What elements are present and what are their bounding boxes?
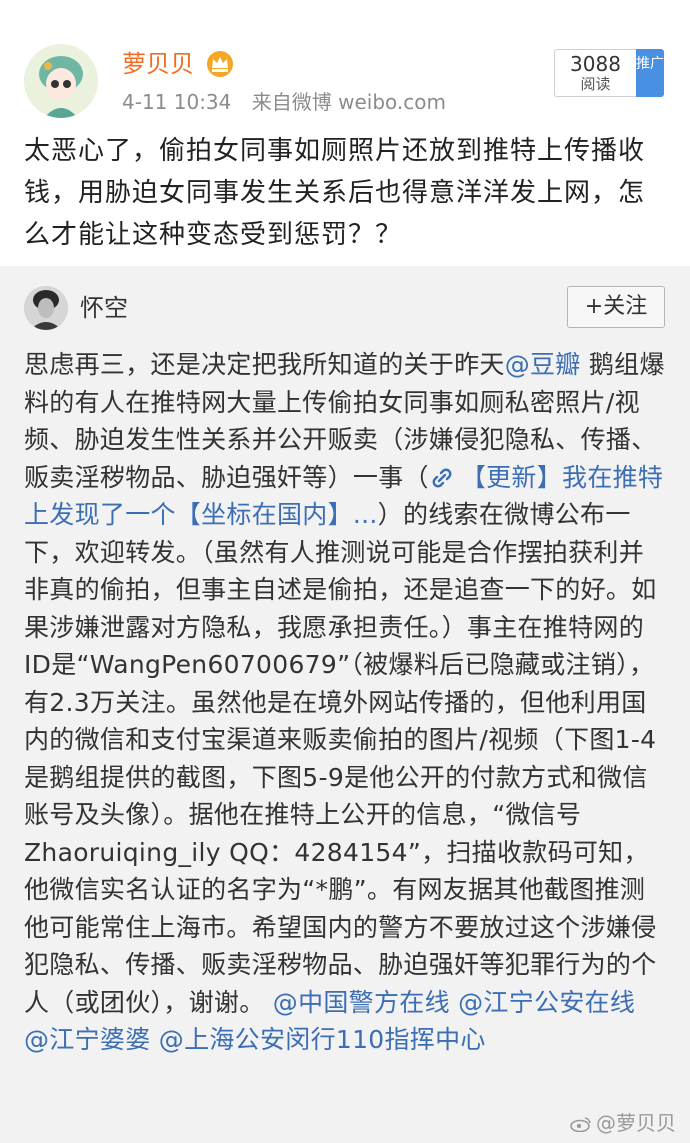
post-username[interactable]: 萝贝贝 bbox=[122, 50, 194, 78]
repost-username[interactable]: 怀空 bbox=[80, 293, 128, 323]
read-label: 阅读 bbox=[580, 75, 611, 93]
mention-police-online[interactable]: @中国警方在线 bbox=[273, 988, 450, 1017]
watermark: @萝贝贝 bbox=[570, 1111, 676, 1135]
read-count-box: 3088 阅读 bbox=[554, 49, 636, 97]
post-time: 4-11 10:34 bbox=[122, 90, 232, 114]
repost-text-part: 思虑再三，还是决定把我所知道的关于昨天 bbox=[24, 350, 505, 379]
post-text: 太恶心了，偷拍女同事如厕照片还放到推特上传播收钱，用胁迫女同事发生关系后也得意洋… bbox=[24, 136, 646, 250]
follow-button[interactable]: +关注 bbox=[567, 286, 665, 328]
weibo-logo-icon bbox=[570, 1117, 591, 1132]
mention-jiangning-popo[interactable]: @江宁婆婆 bbox=[24, 1025, 151, 1054]
user-avatar[interactable] bbox=[24, 44, 98, 118]
repost-card[interactable]: 怀空 +关注 思虑再三，还是决定把我所知道的关于昨天@豆瓣 鹅组爆料的有人在推特… bbox=[0, 266, 690, 1143]
repost-text: 思虑再三，还是决定把我所知道的关于昨天@豆瓣 鹅组爆料的有人在推特网大量上传偷拍… bbox=[24, 346, 668, 1059]
repost-avatar[interactable] bbox=[24, 286, 68, 330]
promote-button[interactable]: 推广 bbox=[636, 49, 664, 97]
post-source[interactable]: 来自微博 weibo.com bbox=[252, 90, 446, 114]
post-meta: 4-11 10:34 来自微博 weibo.com bbox=[122, 89, 446, 115]
link-icon bbox=[432, 468, 452, 487]
mention-shanghai-minhang-110[interactable]: @上海公安闵行110指挥中心 bbox=[159, 1025, 486, 1054]
watermark-text: @萝贝贝 bbox=[596, 1111, 676, 1135]
mention-douban[interactable]: @豆瓣 bbox=[505, 350, 581, 379]
read-count: 3088 bbox=[570, 52, 621, 76]
post-header: 萝贝贝 4-11 10:34 来自微博 weibo.com 3088 阅读 推广 bbox=[0, 0, 690, 130]
repost-text-part: ）的线索在微博公布一下，欢迎转发。（虽然有人推测说可能是合作摆拍获利并非真的偷拍… bbox=[24, 500, 657, 1017]
crown-icon bbox=[207, 51, 233, 77]
mention-jiangning-police[interactable]: @江宁公安在线 bbox=[458, 988, 635, 1017]
